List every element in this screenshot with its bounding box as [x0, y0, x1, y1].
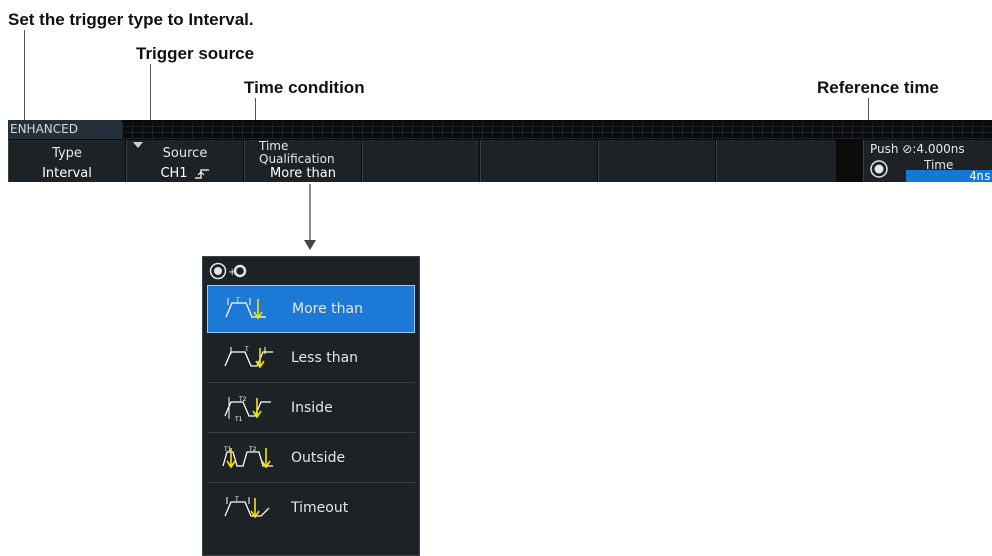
- callout-reference-time: Reference time: [817, 78, 939, 97]
- grid-strip: [122, 123, 992, 139]
- svg-text:T: T: [244, 346, 249, 353]
- option-less-than[interactable]: T Less than: [207, 335, 415, 383]
- softkey-time-qualification-label: Time Qualification: [259, 139, 335, 166]
- softkey-source-label: Source: [162, 146, 208, 161]
- svg-text:T: T: [235, 297, 240, 304]
- softkey-empty-6[interactable]: [598, 140, 715, 182]
- softkey-type-label: Type: [52, 146, 82, 161]
- menu-tab-enhanced: ENHANCED: [8, 120, 122, 139]
- option-label: Less than: [291, 350, 359, 366]
- softkey-type[interactable]: Type Interval: [8, 140, 125, 182]
- softkey-empty-7[interactable]: [716, 140, 836, 182]
- option-label: More than: [292, 301, 363, 317]
- softkey-empty-4[interactable]: [362, 140, 479, 182]
- popup-connector-arrow: [304, 184, 316, 250]
- callout-time-condition: Time condition: [244, 78, 365, 97]
- softkey-source[interactable]: Source CH1: [126, 140, 243, 182]
- reference-time-input[interactable]: 4ns: [906, 170, 992, 182]
- callout-trigger-source: Trigger source: [136, 44, 255, 63]
- rising-edge-icon: [194, 168, 209, 179]
- push-reset-hint: Push ⊘:4.000ns: [870, 142, 965, 156]
- reference-time-panel[interactable]: Push ⊘:4.000ns Time 4ns: [863, 140, 992, 182]
- option-label: Outside: [291, 450, 346, 466]
- softkey-menu-bar: ENHANCED Type Interval Source CH1 Time Q…: [8, 120, 992, 182]
- outside-waveform-icon: T1 T2: [222, 446, 273, 469]
- inside-waveform-icon: T2 T1: [224, 396, 271, 422]
- option-label: Timeout: [291, 500, 349, 516]
- softkey-time-qualification-value: More than: [270, 166, 336, 181]
- svg-text:T2: T2: [238, 396, 247, 403]
- option-timeout[interactable]: T Timeout: [207, 485, 415, 533]
- softkey-type-value: Interval: [42, 166, 92, 181]
- svg-text:T: T: [234, 496, 239, 503]
- option-label: Inside: [291, 400, 333, 416]
- jog-knob-icon: [870, 160, 888, 178]
- option-outside[interactable]: T1 T2 Outside: [207, 435, 415, 483]
- time-qualification-popup: + T More than T Less than T2 T1 Inside T…: [202, 256, 420, 556]
- svg-text:T2: T2: [248, 446, 257, 453]
- callout-trigger-type: Set the trigger type to Interval.: [8, 10, 254, 29]
- softkey-source-value: CH1: [127, 166, 243, 181]
- less-than-waveform-icon: T: [224, 346, 273, 369]
- timeout-waveform-icon: T: [224, 496, 270, 519]
- knob-push-icon: +: [209, 262, 247, 280]
- softkey-empty-5[interactable]: [480, 140, 597, 182]
- option-more-than[interactable]: T More than: [207, 285, 415, 333]
- option-inside[interactable]: T2 T1 Inside: [207, 385, 415, 433]
- more-than-waveform-icon: T: [225, 297, 266, 320]
- softkey-time-qualification[interactable]: Time Qualification More than: [244, 140, 361, 182]
- source-channel: CH1: [160, 166, 188, 181]
- svg-text:T1: T1: [234, 416, 243, 422]
